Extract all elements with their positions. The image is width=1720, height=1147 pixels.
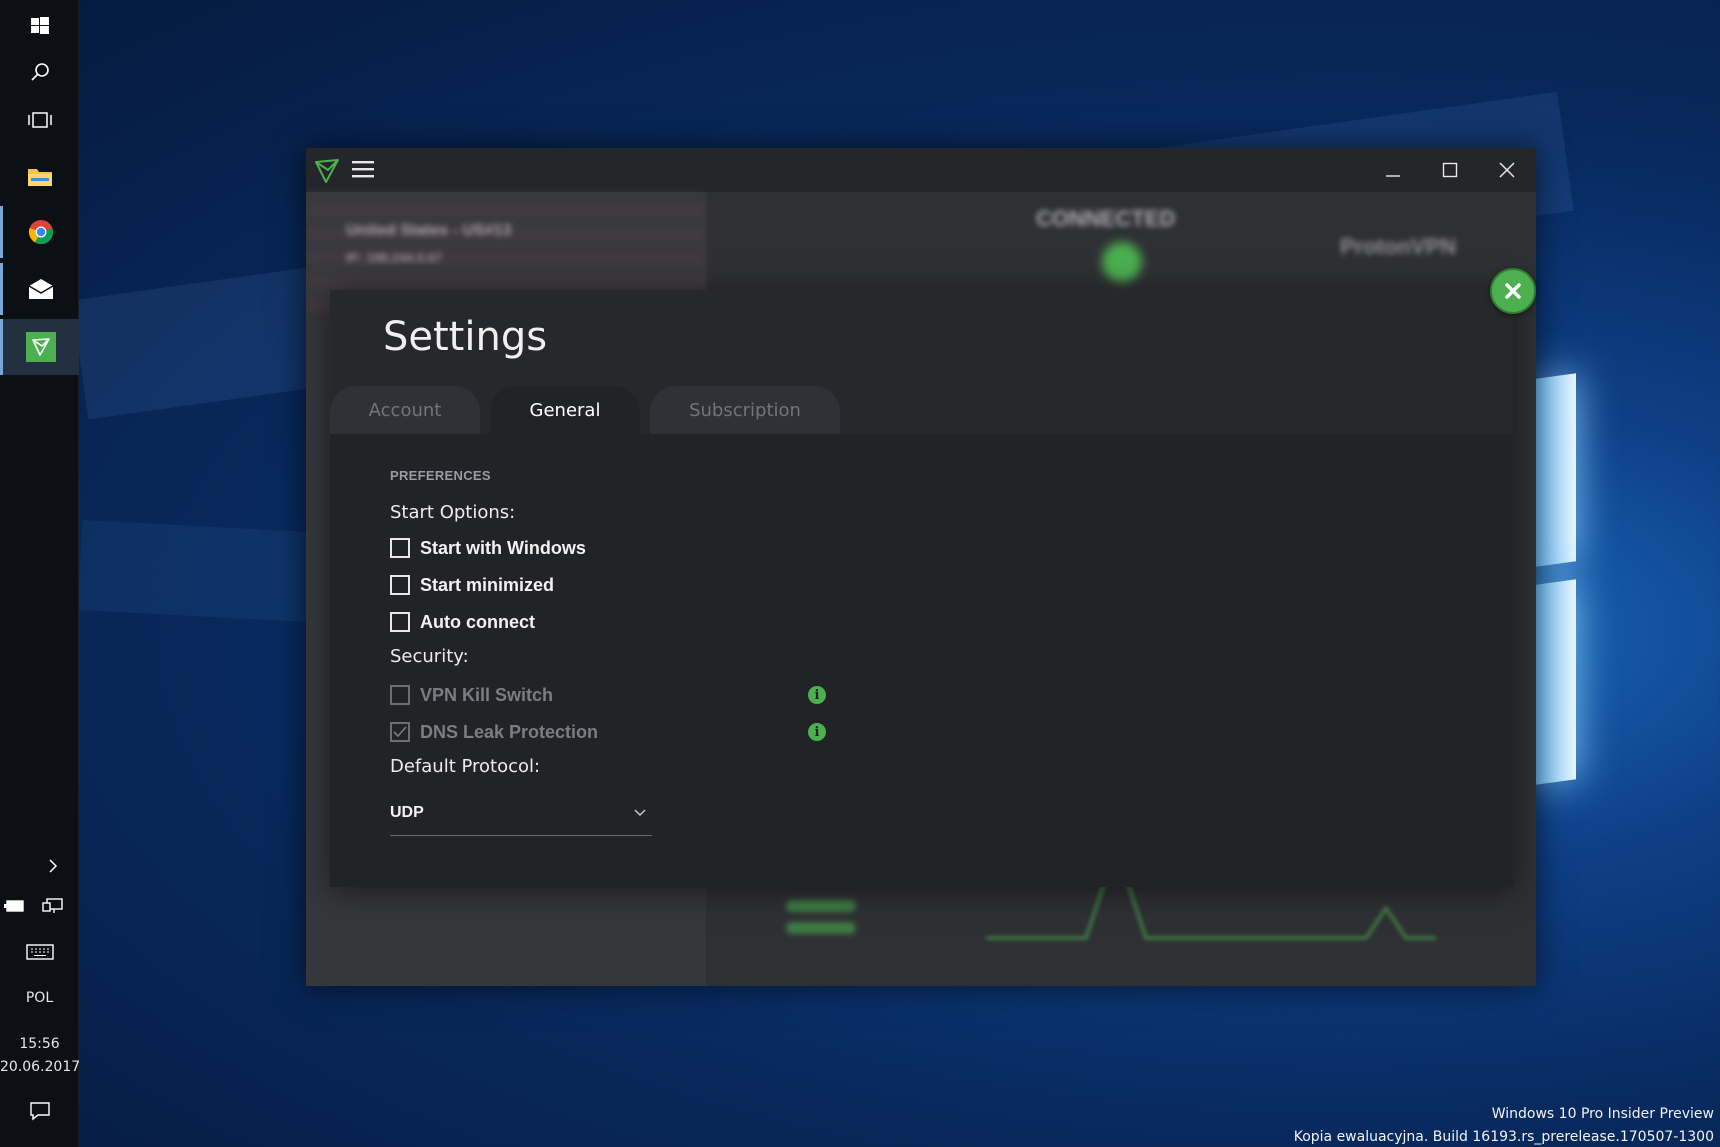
input-language[interactable]: POL [0, 990, 79, 1006]
auto-connect-label: Auto connect [420, 611, 535, 632]
start-with-windows-option[interactable]: Start with Windows [390, 535, 586, 561]
protocol-select[interactable]: UDP [390, 790, 652, 836]
app-logo [314, 158, 340, 189]
blurred-ip: IP: 198.244.0.67 [346, 250, 443, 265]
taskbar: POL 15:56 20.06.2017 [0, 0, 80, 1147]
close-icon [1505, 283, 1521, 299]
taskbar-protonvpn[interactable] [0, 319, 79, 375]
blurred-speed-bar [786, 922, 856, 934]
taskbar-chrome[interactable] [0, 206, 79, 258]
tab-account[interactable]: Account [330, 386, 480, 434]
blurred-server-name: United States - US#13 [346, 222, 512, 239]
search-icon [30, 63, 49, 81]
default-protocol-label: Default Protocol: [390, 756, 541, 777]
mail-icon [28, 279, 54, 299]
clock-time[interactable]: 15:56 [0, 1036, 79, 1052]
chevron-right-icon [49, 859, 58, 873]
close-settings-button[interactable] [1490, 268, 1536, 314]
settings-title: Settings [383, 314, 548, 360]
search-button[interactable] [0, 46, 79, 98]
file-explorer-icon [27, 169, 52, 186]
checkmark-icon [393, 726, 407, 738]
windows-build-watermark-line1: Windows 10 Pro Insider Preview [1491, 1106, 1714, 1122]
network-icon [42, 898, 63, 913]
chevron-down-icon [634, 809, 646, 816]
tab-subscription[interactable]: Subscription [650, 386, 840, 434]
minimize-icon [1386, 175, 1400, 177]
dns-leak-protection-option: DNS Leak Protection [390, 719, 598, 745]
start-with-windows-label: Start with Windows [420, 537, 586, 558]
windows-wallpaper-logo [1536, 356, 1720, 786]
show-hidden-icons-button[interactable] [28, 846, 78, 886]
network-status[interactable] [38, 888, 68, 924]
action-center-button[interactable] [0, 1090, 79, 1132]
protonvpn-icon [32, 338, 50, 356]
tab-general[interactable]: General [490, 386, 640, 434]
close-window-button[interactable] [1487, 156, 1527, 184]
dns-leak-info-icon[interactable]: i [808, 723, 826, 741]
keyboard-icon [25, 944, 54, 960]
start-with-windows-checkbox[interactable] [390, 538, 410, 558]
task-view-button[interactable] [0, 94, 79, 146]
vpn-kill-switch-option: VPN Kill Switch [390, 682, 553, 708]
battery-status[interactable] [0, 888, 30, 924]
clock-date[interactable]: 20.06.2017 [0, 1059, 80, 1075]
dns-leak-protection-label: DNS Leak Protection [420, 721, 599, 742]
close-icon [1499, 162, 1515, 178]
protonvpn-logo-icon [315, 159, 339, 183]
auto-connect-option[interactable]: Auto connect [390, 609, 535, 635]
maximize-button[interactable] [1430, 156, 1470, 184]
dns-leak-protection-checkbox [390, 722, 410, 742]
taskbar-mail[interactable] [0, 263, 79, 315]
vpn-kill-switch-checkbox [390, 685, 410, 705]
windows-start-icon [30, 17, 49, 34]
taskbar-file-explorer[interactable] [0, 150, 79, 202]
menu-button[interactable] [352, 160, 376, 180]
start-minimized-checkbox[interactable] [390, 575, 410, 595]
protocol-select-value: UDP [390, 803, 424, 821]
chrome-icon [28, 220, 54, 245]
settings-modal: Settings Account General Subscription PR… [330, 290, 1513, 887]
windows-build-watermark-line2: Kopia ewaluacyjna. Build 16193.rs_prerel… [1293, 1129, 1714, 1145]
blurred-connected-dot [1102, 242, 1142, 282]
blurred-connected-status: CONNECTED [1036, 206, 1176, 231]
kill-switch-info-icon[interactable]: i [808, 686, 826, 704]
start-options-label: Start Options: [390, 502, 516, 523]
touch-keyboard-button[interactable] [0, 932, 79, 972]
blurred-brand: ProtonVPN [1340, 234, 1457, 259]
security-label: Security: [390, 646, 469, 667]
start-minimized-label: Start minimized [420, 574, 555, 595]
blurred-speed-graph [986, 878, 1436, 940]
preferences-heading: PREFERENCES [390, 468, 491, 483]
general-settings-panel: PREFERENCES Start Options: Start with Wi… [330, 434, 1513, 887]
blurred-speed-bar [786, 900, 856, 912]
hamburger-menu-icon [352, 161, 374, 178]
title-bar [306, 148, 1536, 192]
action-center-icon [29, 1102, 50, 1121]
start-button[interactable] [0, 0, 79, 52]
auto-connect-checkbox[interactable] [390, 612, 410, 632]
minimize-button[interactable] [1373, 156, 1413, 184]
settings-tabs: Account General Subscription [330, 386, 1513, 434]
task-view-icon [27, 112, 52, 128]
vpn-kill-switch-label: VPN Kill Switch [420, 684, 554, 705]
start-minimized-option[interactable]: Start minimized [390, 572, 554, 598]
maximize-icon [1442, 162, 1458, 178]
battery-icon [4, 900, 24, 912]
